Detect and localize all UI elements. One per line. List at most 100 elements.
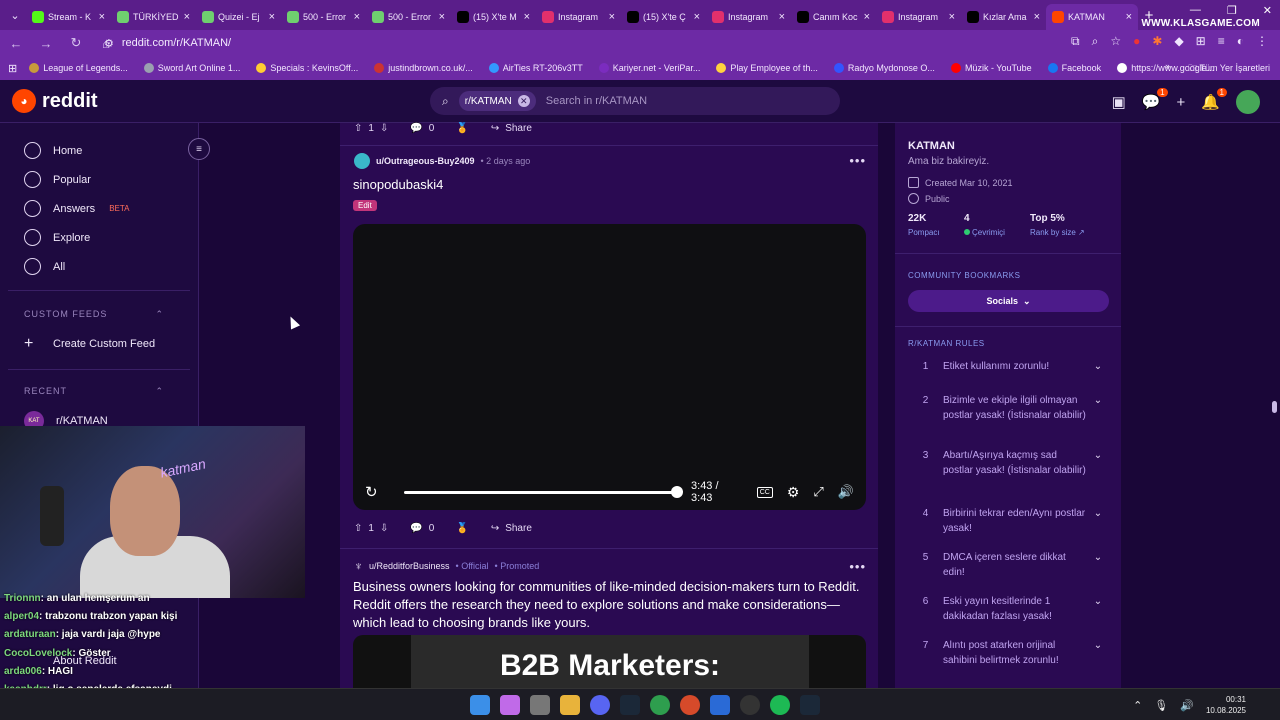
nav-popular[interactable]: Popular — [24, 171, 91, 188]
chevron-down-icon[interactable]: ⌄ — [1088, 393, 1108, 423]
extension-icon[interactable]: ● — [1133, 34, 1140, 49]
explorer-icon[interactable] — [560, 695, 580, 715]
fullscreen-icon[interactable]: ⤢ — [813, 484, 823, 500]
menu-icon[interactable]: ⋮ — [1256, 34, 1268, 49]
browser-tab[interactable]: Instagram × — [536, 4, 621, 30]
browser-tab[interactable]: Instagram × — [876, 4, 961, 30]
post-flair[interactable]: Edit — [353, 200, 377, 211]
custom-feeds-header[interactable]: CUSTOM FEEDS ⌃ — [24, 309, 164, 320]
downvote-icon[interactable]: ⇩ — [380, 523, 388, 534]
award-button[interactable]: 🏅 — [456, 123, 468, 134]
rank-stat[interactable]: Top 5% Rank by size ↗ — [1030, 213, 1085, 237]
app-icon[interactable] — [680, 695, 700, 715]
video-player[interactable]: ↻ 3:43 / 3:43 CC ⚙ ⤢ 🔊 — [353, 224, 866, 510]
reddit-logo[interactable]: ◕ reddit — [12, 89, 98, 113]
close-window-button[interactable]: ✕ — [1263, 4, 1272, 17]
tab-close-icon[interactable]: × — [864, 11, 870, 23]
tab-close-icon[interactable]: × — [1034, 11, 1040, 23]
minimize-button[interactable]: — — [1190, 4, 1201, 17]
replay-icon[interactable]: ↻ — [365, 483, 378, 501]
nav-collapse-button[interactable]: ≡ — [188, 138, 210, 160]
video-progress-bar[interactable] — [403, 485, 684, 498]
bookmark-item[interactable]: Play Employee of th... — [716, 63, 818, 73]
collapse-icon[interactable]: ⌃ — [155, 386, 164, 397]
apps-icon[interactable]: ⊞ — [8, 62, 17, 75]
settings-gear-icon[interactable]: ⚙ — [787, 484, 800, 501]
chevron-down-icon[interactable]: ⌄ — [1088, 638, 1108, 668]
browser-tab[interactable]: (15) X'te M × — [451, 4, 536, 30]
all-bookmarks-button[interactable]: 🗀 Tüm Yer İşaretleri — [1188, 61, 1270, 77]
recent-header[interactable]: RECENT ⌃ — [24, 386, 164, 397]
comments-button[interactable]: 💬 0 — [410, 523, 434, 534]
chrome-icon[interactable] — [650, 695, 670, 715]
promo-avatar-icon[interactable]: ♆ — [354, 559, 363, 573]
search-placeholder[interactable]: Search in r/KATMAN — [546, 95, 647, 107]
forward-icon[interactable]: → — [38, 36, 54, 51]
rule-item[interactable]: 6 Eski yayın kesitlerinde 1 dakikadan faz… — [908, 594, 1108, 624]
bookmark-item[interactable]: Müzik - YouTube — [950, 63, 1032, 73]
tab-close-icon[interactable]: × — [949, 11, 955, 23]
search-community-chip[interactable]: r/KATMAN ✕ — [458, 91, 536, 111]
browser-tab[interactable]: Canım Koc × — [791, 4, 876, 30]
discord-icon[interactable] — [590, 695, 610, 715]
user-avatar[interactable] — [1236, 90, 1260, 114]
tab-search-icon[interactable]: ⌄ — [4, 4, 26, 26]
mic-icon[interactable]: 🎙 — [1154, 699, 1168, 712]
copilot-icon[interactable] — [500, 695, 520, 715]
spotify-icon[interactable] — [770, 695, 790, 715]
chevron-down-icon[interactable]: ⌄ — [1088, 359, 1108, 374]
app-icon[interactable] — [740, 695, 760, 715]
bookmark-star-icon[interactable]: ☆ — [1110, 34, 1121, 49]
photos-icon[interactable] — [710, 695, 730, 715]
share-button[interactable]: ↪ Share — [491, 523, 532, 534]
extensions-puzzle-icon[interactable]: ⊞ — [1196, 34, 1206, 49]
zoom-icon[interactable]: ⌕ — [1092, 34, 1099, 49]
notification-icon[interactable]: 🔔 1 — [1201, 88, 1227, 111]
award-button[interactable]: 🏅 — [456, 523, 468, 534]
bookmark-item[interactable]: League of Legends... — [29, 63, 128, 73]
chevron-down-icon[interactable]: ⌄ — [1088, 448, 1108, 478]
extension-icon[interactable]: ✱ — [1152, 34, 1162, 49]
promo-image[interactable]: B2B Marketers: — [353, 635, 866, 695]
back-icon[interactable]: ← — [8, 36, 24, 51]
tab-close-icon[interactable]: × — [524, 11, 530, 23]
browser-tab[interactable]: KATMAN × — [1046, 4, 1138, 30]
steam-icon[interactable] — [800, 695, 820, 715]
browser-tab[interactable]: 500 - Error × — [281, 4, 366, 30]
chevron-down-icon[interactable]: ⌄ — [1088, 594, 1108, 624]
browser-tab[interactable]: (15) X'te Ç × — [621, 4, 706, 30]
profile-icon[interactable]: ◐ — [1237, 34, 1244, 49]
more-options-icon[interactable]: ••• — [849, 559, 866, 574]
extension-icon[interactable]: ◆ — [1174, 34, 1183, 49]
volume-icon[interactable]: 🔊 — [1180, 699, 1194, 712]
promo-title[interactable]: Business owners looking for communities … — [353, 578, 863, 632]
store-icon[interactable] — [530, 695, 550, 715]
bookmark-item[interactable]: Kariyer.net - VeriPar... — [598, 63, 700, 73]
media-icon[interactable]: ≡ — [1218, 34, 1225, 49]
chevron-down-icon[interactable]: ⌄ — [1088, 550, 1108, 580]
rule-item[interactable]: 4 Birbirini tekrar eden/Aynı postlar yasa… — [908, 506, 1108, 536]
bookmark-item[interactable]: AirTies RT-206v3TT — [488, 63, 583, 73]
tab-close-icon[interactable]: × — [779, 11, 785, 23]
browser-tab[interactable]: TÜRKİYED × — [111, 4, 196, 30]
maximize-button[interactable]: ❐ — [1227, 4, 1237, 17]
tab-close-icon[interactable]: × — [1126, 11, 1132, 23]
upvote-icon[interactable]: ⇧ — [354, 523, 362, 534]
browser-tab[interactable]: 500 - Error × — [366, 4, 451, 30]
advertise-icon[interactable]: ▣ — [1112, 93, 1126, 111]
tab-close-icon[interactable]: × — [99, 11, 105, 23]
create-custom-feed[interactable]: + Create Custom Feed — [24, 335, 155, 353]
rule-item[interactable]: 2 Bizimle ve ekiple ilgili olmayan postla… — [908, 393, 1108, 423]
rule-item[interactable]: 3 Abartı/Aşırıya kaçmış sad postlar yasak… — [908, 448, 1108, 478]
bookmark-item[interactable]: Sword Art Online 1... — [143, 63, 240, 73]
bookmark-item[interactable]: Radyo Mydonose O... — [833, 63, 935, 73]
nav-explore[interactable]: Explore — [24, 229, 90, 246]
tab-close-icon[interactable]: × — [609, 11, 615, 23]
browser-tab[interactable]: Instagram × — [706, 4, 791, 30]
vote-control[interactable]: ⇧ 1 ⇩ — [354, 123, 388, 134]
post-author[interactable]: u/Outrageous-Buy2409 — [376, 156, 475, 166]
reload-icon[interactable]: ↻ — [68, 35, 84, 51]
socials-dropdown[interactable]: Socials ⌄ — [908, 290, 1109, 312]
browser-tab[interactable]: Quizei - Ej × — [196, 4, 281, 30]
bookmark-item[interactable]: Facebook — [1047, 63, 1101, 73]
